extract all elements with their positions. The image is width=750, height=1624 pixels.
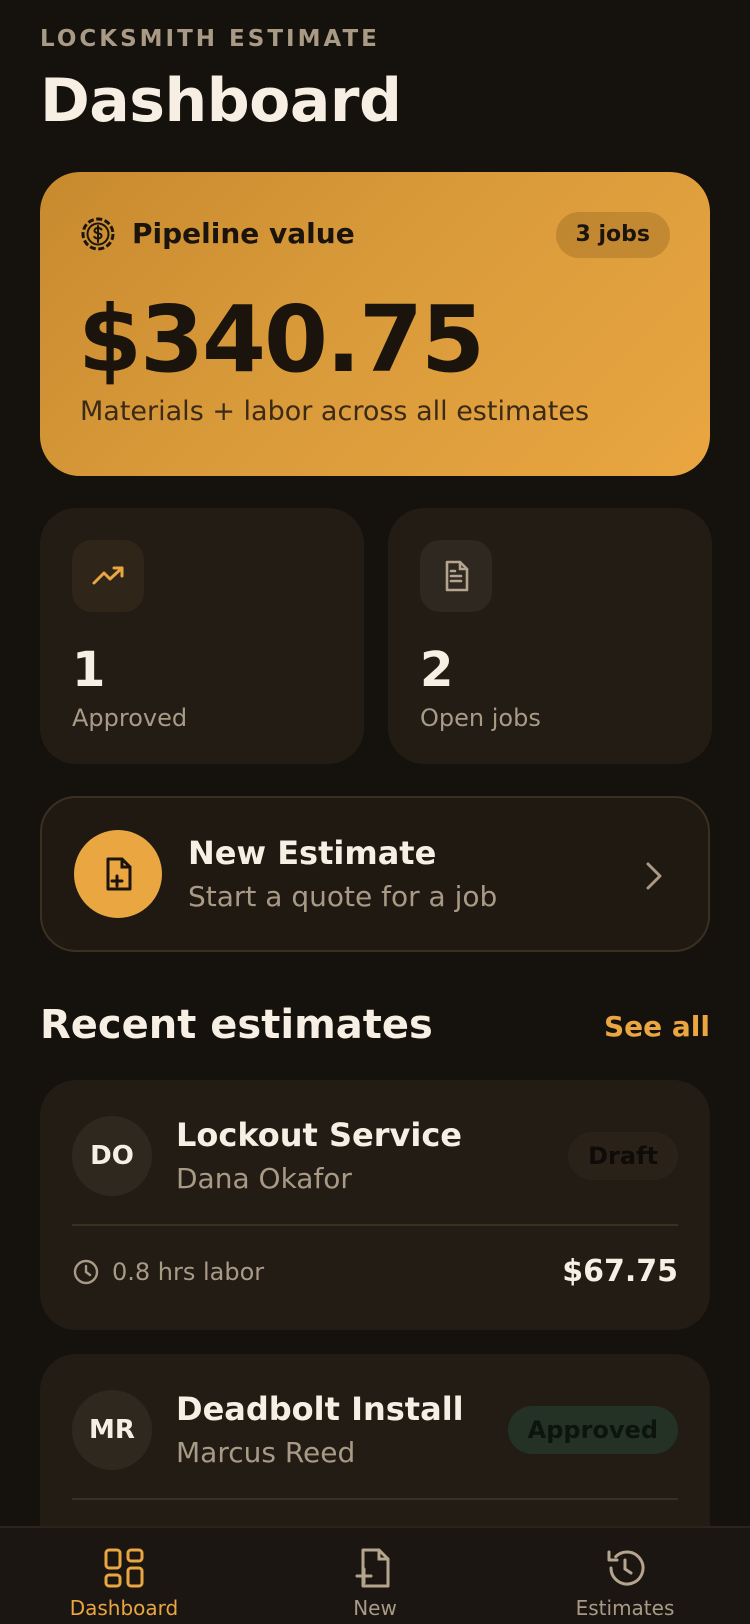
pipeline-value-card[interactable]: Pipeline value 3 jobs $340.75 Materials …	[40, 172, 710, 476]
chevron-right-icon	[646, 862, 662, 890]
document-icon	[445, 560, 469, 592]
approved-label: Approved	[72, 704, 188, 732]
labor-hours: 0.8 hrs labor	[112, 1258, 265, 1286]
new-estimate-button[interactable]: New Estimate Start a quote for a job	[40, 796, 710, 952]
approved-count: 1	[72, 642, 106, 698]
stat-icon-box	[72, 540, 144, 612]
open-jobs-count: 2	[420, 642, 454, 698]
tab-new[interactable]: New	[275, 1546, 475, 1620]
avatar: DO	[72, 1116, 152, 1196]
clock-icon	[73, 1259, 99, 1285]
estimate-card[interactable]: DO Lockout Service Dana Okafor Draft 0.8…	[40, 1080, 710, 1330]
tab-label: Dashboard	[69, 1596, 179, 1620]
tab-label: Estimates	[575, 1596, 675, 1620]
labor-info: 0.8 hrs labor	[72, 1258, 264, 1286]
app-eyebrow: LOCKSMITH ESTIMATE	[40, 26, 380, 52]
history-icon	[607, 1550, 645, 1586]
file-plus-icon	[355, 1548, 390, 1588]
open-jobs-label: Open jobs	[420, 704, 541, 732]
recent-estimates-title: Recent estimates	[40, 1002, 433, 1048]
tab-estimates[interactable]: Estimates	[525, 1546, 725, 1620]
pipeline-amount: $340.75	[78, 286, 485, 393]
tab-dashboard[interactable]: Dashboard	[24, 1546, 224, 1620]
new-estimate-title: New Estimate	[188, 834, 437, 872]
status-badge: Draft	[568, 1132, 678, 1180]
estimate-client: Dana Okafor	[176, 1162, 352, 1195]
estimate-title: Deadbolt Install	[176, 1390, 464, 1428]
bottom-tab-bar: Dashboard New Estimates	[0, 1526, 750, 1624]
dollar-circle-icon	[81, 217, 115, 251]
grid-icon	[104, 1548, 144, 1588]
new-estimate-icon-circle	[74, 830, 162, 918]
page-title: Dashboard	[40, 66, 402, 136]
status-badge: Approved	[507, 1406, 678, 1454]
divider	[72, 1224, 678, 1226]
see-all-link[interactable]: See all	[604, 1010, 710, 1043]
trending-up-icon	[92, 566, 124, 585]
jobs-count-badge: 3 jobs	[555, 212, 670, 258]
estimate-client: Marcus Reed	[176, 1436, 356, 1469]
new-estimate-subtitle: Start a quote for a job	[188, 880, 498, 913]
tab-label: New	[353, 1596, 397, 1620]
estimate-price: $67.75	[562, 1254, 678, 1289]
avatar: MR	[72, 1390, 152, 1470]
pipeline-subtitle: Materials + labor across all estimates	[80, 396, 590, 427]
open-jobs-stat-card[interactable]: 2 Open jobs	[388, 508, 712, 764]
estimate-title: Lockout Service	[176, 1116, 462, 1154]
file-plus-icon	[106, 857, 132, 891]
pipeline-label: Pipeline value	[132, 217, 355, 250]
stat-icon-box	[420, 540, 492, 612]
dashboard-screen: LOCKSMITH ESTIMATE Dashboard Pipeline va…	[0, 0, 750, 1624]
approved-stat-card[interactable]: 1 Approved	[40, 508, 364, 764]
divider	[72, 1498, 678, 1500]
